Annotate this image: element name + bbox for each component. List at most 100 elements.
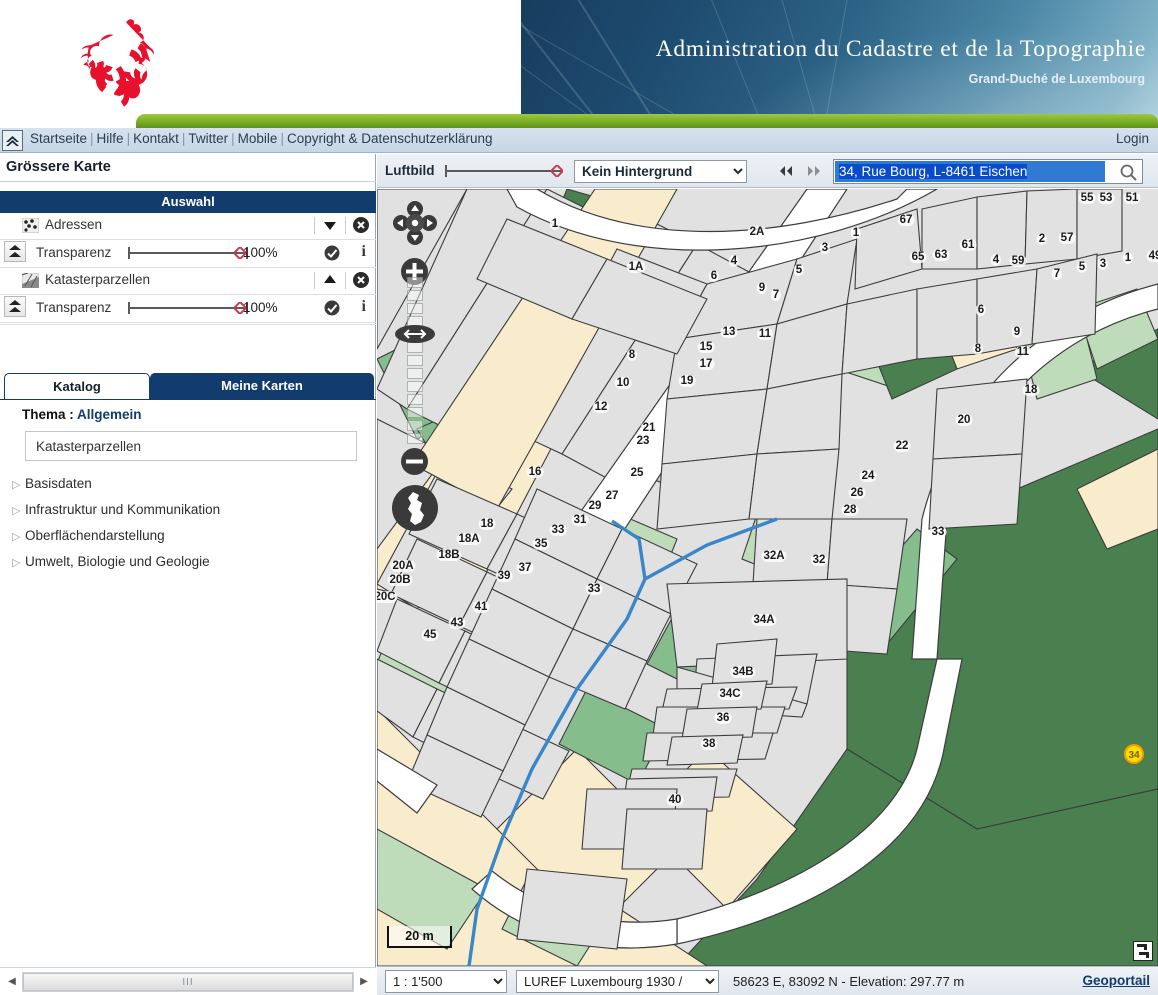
coordinates-readout: 58623 E, 83092 N - Elevation: 297.77 m xyxy=(733,974,964,989)
layer-buttons xyxy=(314,216,370,234)
check-circle-icon[interactable] xyxy=(324,300,340,316)
history-forward-icon[interactable] xyxy=(805,163,823,179)
move-down-icon[interactable] xyxy=(321,216,339,234)
chevron-right-icon: ▷ xyxy=(12,478,25,491)
layer-name-katasterparzellen: Katasterparzellen xyxy=(45,272,150,287)
slider-knob[interactable] xyxy=(551,165,563,177)
nav-separator: | xyxy=(124,131,134,146)
panel-divider xyxy=(0,324,376,325)
transparency-value-katasterparzellen: 100% xyxy=(243,300,278,315)
category-basisdaten[interactable]: ▷Basisdaten xyxy=(12,476,92,491)
thema-value-link[interactable]: Allgemein xyxy=(77,407,142,422)
transparency-slider-katasterparzellen[interactable] xyxy=(128,299,248,317)
nav-link-twitter[interactable]: Twitter xyxy=(188,131,228,146)
category-umwelt-biologie-geologie[interactable]: ▷Umwelt, Biologie und Geologie xyxy=(12,554,210,569)
zoom-out-icon[interactable] xyxy=(400,447,429,476)
check-circle-icon[interactable] xyxy=(324,245,340,261)
luxembourg-red-lion-icon xyxy=(68,12,180,116)
chevron-right-icon: ▷ xyxy=(12,530,25,543)
projection-select[interactable]: LUREF Luxembourg 1930 / xyxy=(516,970,719,993)
category-label: Basisdaten xyxy=(25,476,92,491)
layer-row-katasterparzellen[interactable]: Katasterparzellen xyxy=(0,268,376,295)
login-link[interactable]: Login xyxy=(1116,131,1149,146)
slider-track xyxy=(128,252,248,254)
magnifier-icon[interactable] xyxy=(1119,163,1138,182)
panel-tabs: Katalog Meine Karten xyxy=(0,373,376,400)
info-icon[interactable]: i xyxy=(362,298,366,316)
transparency-slider-adressen[interactable] xyxy=(128,244,248,262)
divider xyxy=(314,217,315,234)
luftbild-opacity-slider[interactable] xyxy=(445,162,563,180)
banner-right: Administration du Cadastre et de la Topo… xyxy=(521,0,1158,128)
transparency-row-katasterparzellen: Transparenz 100% i xyxy=(0,295,376,323)
divider xyxy=(345,272,346,289)
category-label: Infrastruktur und Kommunikation xyxy=(25,502,220,517)
category-oberflaechendarstellung[interactable]: ▷Oberflächendarstellung xyxy=(12,528,165,543)
history-back-icon[interactable] xyxy=(777,163,795,179)
map-graphic: .pg{fill:#e0e1e0;stroke:#3c3c3c;stroke-w… xyxy=(377,189,1158,966)
catalog-search-input[interactable] xyxy=(25,431,357,461)
scroll-left-arrow-icon[interactable]: ◀ xyxy=(3,973,21,991)
collapse-up-icon[interactable] xyxy=(4,241,26,262)
map-canvas[interactable]: .pg{fill:#e0e1e0;stroke:#3c3c3c;stroke-w… xyxy=(377,189,1158,966)
tab-meine-karten[interactable]: Meine Karten xyxy=(150,373,374,400)
zoom-slider[interactable] xyxy=(407,277,423,455)
banner-left xyxy=(0,0,521,128)
nav-separator: | xyxy=(228,131,238,146)
info-icon[interactable]: i xyxy=(362,243,366,261)
scroll-right-arrow-icon[interactable]: ▶ xyxy=(355,973,373,991)
close-icon[interactable] xyxy=(352,216,370,234)
transparency-value-adressen: 100% xyxy=(243,245,278,260)
nav-separator: | xyxy=(179,131,189,146)
nav-link-copyright[interactable]: Copyright & Datenschutzerklärung xyxy=(287,131,493,146)
transparency-row-adressen: Transparenz 100% i xyxy=(0,240,376,268)
slider-track xyxy=(128,307,248,309)
move-up-icon[interactable] xyxy=(321,271,339,289)
address-search-input[interactable] xyxy=(835,161,1105,182)
nav-link-kontakt[interactable]: Kontakt xyxy=(133,131,179,146)
map-toolbar: Luftbild Kein Hintergrund xyxy=(377,154,1158,188)
scale-select[interactable]: 1 : 1'500 xyxy=(385,970,507,993)
luftbild-label: Luftbild xyxy=(385,163,434,178)
collapse-up-icon[interactable] xyxy=(4,296,26,317)
pan-control-icon[interactable] xyxy=(393,201,437,245)
svg-text:34: 34 xyxy=(1128,750,1140,761)
parcel-layer-icon xyxy=(22,273,39,288)
tab-katalog[interactable]: Katalog xyxy=(4,373,150,400)
home-collapse-icon[interactable] xyxy=(2,130,23,151)
map-status-bar: 1 : 1'500 LUREF Luxembourg 1930 / 58623 … xyxy=(377,966,1158,995)
scrollbar-thumb[interactable]: III xyxy=(23,973,353,991)
nav-link-mobile[interactable]: Mobile xyxy=(238,131,278,146)
dots-layer-icon xyxy=(22,218,39,233)
category-infrastruktur[interactable]: ▷Infrastruktur und Kommunikation xyxy=(12,502,220,517)
panel-horizontal-scrollbar[interactable]: ◀ III ▶ xyxy=(0,967,376,995)
layer-name-adressen: Adressen xyxy=(45,217,102,232)
nav-link-startseite[interactable]: Startseite xyxy=(30,131,87,146)
geoportail-link[interactable]: Geoportail xyxy=(1082,973,1150,988)
luxembourg-shape-icon[interactable] xyxy=(391,484,439,532)
transparency-label-katasterparzellen: Transparenz xyxy=(36,300,111,315)
slider-cap-left xyxy=(128,247,130,259)
divider xyxy=(345,217,346,234)
nav-links: Startseite|Hilfe|Kontakt|Twitter|Mobile|… xyxy=(30,131,493,146)
scale-bar: 20 m xyxy=(387,926,452,948)
thema-label: Thema : xyxy=(22,407,74,422)
left-panel: Grössere Karte Auswahl Adressen xyxy=(0,154,376,995)
address-search-box xyxy=(833,159,1143,184)
layer-row-adressen[interactable]: Adressen xyxy=(0,213,376,240)
nav-link-hilfe[interactable]: Hilfe xyxy=(97,131,124,146)
scrollbar-trough[interactable]: III xyxy=(22,972,354,992)
banner-green-bar xyxy=(136,114,1158,128)
overview-toggle-icon[interactable] xyxy=(1133,941,1153,961)
divider xyxy=(314,272,315,289)
address-marker[interactable]: 34 xyxy=(1123,743,1145,765)
background-select[interactable]: Kein Hintergrund xyxy=(574,160,747,183)
nav-separator: | xyxy=(87,131,97,146)
layer-buttons xyxy=(314,271,370,289)
slider-cap-left xyxy=(445,165,447,177)
zoom-slider-handle-icon[interactable] xyxy=(395,324,435,344)
close-icon[interactable] xyxy=(352,271,370,289)
auswahl-header: Auswahl xyxy=(0,191,376,213)
top-navbar: Startseite|Hilfe|Kontakt|Twitter|Mobile|… xyxy=(0,128,1158,153)
banner-title: Administration du Cadastre et de la Topo… xyxy=(656,36,1146,63)
